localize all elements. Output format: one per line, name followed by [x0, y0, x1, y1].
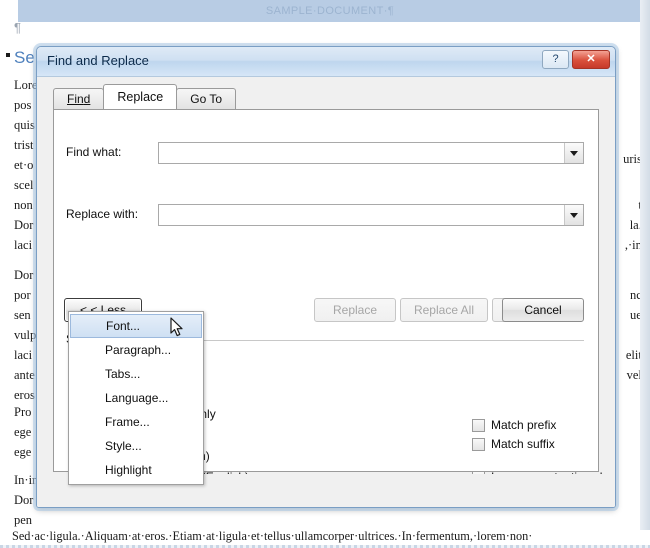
doc-text-line: In·in [14, 473, 39, 487]
menu-item-tabs[interactable]: Tabs... [69, 362, 203, 386]
replace-button[interactable]: Replace [314, 298, 396, 322]
cancel-button[interactable]: Cancel [502, 298, 584, 322]
doc-text-line: scel [14, 178, 34, 192]
find-what-combobox[interactable] [158, 142, 584, 164]
doc-text-line: laci [14, 348, 33, 362]
find-what-dropdown-arrow[interactable] [564, 143, 583, 163]
doc-text-line: Lore [14, 78, 38, 92]
heading-bullet-icon [6, 53, 10, 57]
checkbox-label: Match suffix [491, 437, 555, 451]
replace-with-dropdown-arrow[interactable] [564, 205, 583, 225]
replace-all-button[interactable]: Replace All [400, 298, 488, 322]
replace-with-label: Replace with: [66, 207, 139, 221]
doc-text-line: Dor [14, 493, 34, 507]
replace-with-combobox[interactable] [158, 204, 584, 226]
doc-text-line: laci [14, 238, 33, 252]
dialog-titlebar[interactable]: Find and Replace ? ✕ [37, 47, 615, 77]
help-icon[interactable]: ? [542, 50, 569, 69]
titlebar-button-group: ? ✕ [542, 50, 610, 69]
tab-strip: Find Replace Go To [53, 84, 237, 109]
doc-text-line: sen [14, 308, 31, 322]
document-heading: Se [14, 48, 35, 67]
menu-item-font[interactable]: Font... [70, 314, 202, 338]
menu-item-paragraph[interactable]: Paragraph... [69, 338, 203, 362]
find-what-label: Find what: [66, 145, 122, 159]
chevron-down-icon [570, 150, 578, 156]
doc-text-line: por [14, 288, 31, 302]
find-what-row: Find what: [66, 142, 584, 164]
doc-text-line: ege [14, 445, 32, 459]
doc-text-line: pen [14, 513, 33, 527]
replace-with-input[interactable] [159, 205, 564, 225]
checkbox-match-prefix[interactable]: Match prefix [472, 418, 615, 432]
menu-item-highlight[interactable]: Highlight [69, 458, 203, 482]
tab-find[interactable]: Find [53, 88, 105, 109]
doc-text-line: ege [14, 425, 32, 439]
doc-text-line: eros [14, 388, 35, 402]
checkbox-icon[interactable] [472, 437, 485, 451]
checkbox-icon[interactable] [472, 418, 485, 432]
doc-text-line: non [14, 198, 33, 212]
doc-text-line: Dor [14, 218, 34, 232]
document-right-edge [640, 0, 650, 530]
doc-text-line: et·o [14, 158, 34, 172]
checkbox-label: Match prefix [491, 418, 557, 432]
document-header-band: SAMPLE·DOCUMENT·¶ [18, 0, 642, 22]
pilcrow-mark: ¶ [14, 20, 21, 35]
doc-text-line: trist [14, 138, 34, 152]
close-icon[interactable]: ✕ [572, 50, 610, 69]
replace-with-row: Replace with: [66, 204, 584, 226]
find-what-input[interactable] [159, 143, 564, 163]
chevron-down-icon [570, 212, 578, 218]
doc-text-line: Pro [14, 405, 32, 419]
format-dropdown-menu: Font... Paragraph... Tabs... Language...… [68, 311, 204, 485]
dialog-title: Find and Replace [47, 53, 149, 68]
doc-text-line: quis [14, 118, 35, 132]
doc-text-line: Dor [14, 268, 34, 282]
doc-text-line: pos [14, 98, 32, 112]
menu-item-style[interactable]: Style... [69, 434, 203, 458]
tab-replace[interactable]: Replace [103, 84, 178, 109]
tab-go-to[interactable]: Go To [176, 88, 237, 109]
checkbox-group-gap [472, 456, 615, 470]
doc-text-line: ante [14, 368, 35, 382]
menu-item-language[interactable]: Language... [69, 386, 203, 410]
doc-bottom-text-line: Sed·ac·ligula.·Aliquam·at·eros.·Etiam·at… [12, 529, 533, 543]
doc-text-line: vulp [14, 328, 37, 342]
menu-item-frame[interactable]: Frame... [69, 410, 203, 434]
checkbox-match-suffix[interactable]: Match suffix [472, 437, 615, 451]
